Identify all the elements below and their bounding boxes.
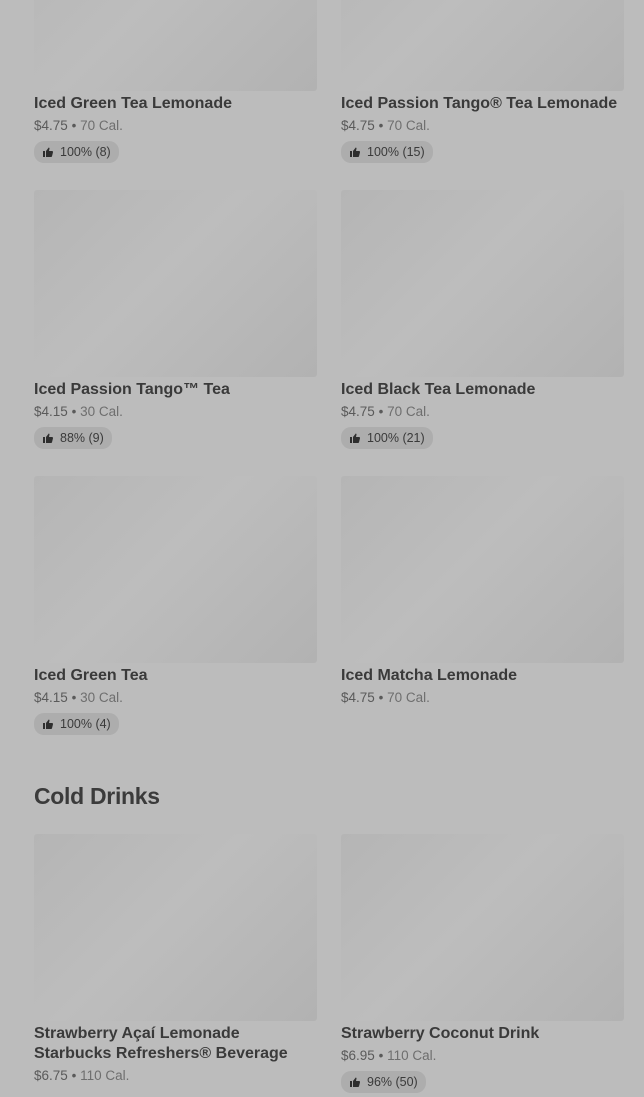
item-image[interactable] — [341, 834, 624, 1021]
item-name: Strawberry Açaí Lemonade Starbucks Refre… — [34, 1025, 288, 1062]
item-price: $4.75 — [341, 690, 375, 705]
thumbs-up-icon — [43, 433, 54, 443]
item-price: $4.75 — [34, 118, 68, 133]
item-image[interactable] — [341, 190, 624, 377]
menu-item-card[interactable]: Iced Green Tea Lemonade $4.75 • 70 Cal. … — [34, 0, 317, 163]
menu-item-card[interactable]: Iced Passion Tango® Tea Lemonade $4.75 •… — [341, 0, 624, 163]
menu-item-card[interactable]: Iced Matcha Lemonade $4.75 • 70 Cal. — [341, 476, 624, 706]
item-name: Iced Green Tea — [34, 667, 148, 684]
item-price: $4.75 — [341, 404, 375, 419]
item-image[interactable] — [341, 476, 624, 663]
item-name: Strawberry Coconut Drink — [341, 1025, 540, 1042]
menu-item-card[interactable]: Iced Green Tea $4.15 • 30 Cal. 100% (4) — [34, 476, 317, 735]
thumbs-up-icon — [350, 1077, 361, 1087]
rating-badge: 88% (9) — [34, 427, 112, 449]
item-image[interactable] — [34, 190, 317, 377]
item-meta: $6.75 • 110 Cal. — [34, 1068, 130, 1083]
item-meta: $4.75 • 70 Cal. — [34, 118, 123, 133]
item-meta: $4.15 • 30 Cal. — [34, 690, 123, 705]
item-meta: $4.75 • 70 Cal. — [341, 690, 430, 705]
menu-item-card[interactable]: Iced Black Tea Lemonade $4.75 • 70 Cal. … — [341, 190, 624, 449]
item-name: Iced Green Tea Lemonade — [34, 95, 232, 112]
item-price: $4.15 — [34, 404, 68, 419]
item-price: $6.95 — [341, 1048, 375, 1063]
item-price: $6.75 — [34, 1068, 68, 1083]
rating-badge: 100% (8) — [34, 141, 119, 163]
item-calories: 110 Cal. — [387, 1048, 437, 1063]
rating-badge: 100% (21) — [341, 427, 433, 449]
item-calories: 70 Cal. — [387, 690, 430, 705]
rating-badge: 96% (50) — [341, 1071, 426, 1093]
item-name: Iced Matcha Lemonade — [341, 667, 518, 684]
item-image[interactable] — [34, 834, 317, 1021]
section-title: Cold Drinks — [34, 783, 160, 809]
rating-badge: 100% (15) — [341, 141, 433, 163]
item-calories: 70 Cal. — [80, 118, 123, 133]
item-price: $4.15 — [34, 690, 68, 705]
item-meta: $4.75 • 70 Cal. — [341, 404, 430, 419]
thumbs-up-icon — [350, 433, 361, 443]
item-meta: $6.95 • 110 Cal. — [341, 1048, 437, 1063]
thumbs-up-icon — [43, 147, 54, 157]
thumbs-up-icon — [350, 147, 361, 157]
item-calories: 110 Cal. — [80, 1068, 130, 1083]
item-meta: $4.15 • 30 Cal. — [34, 404, 123, 419]
item-price: $4.75 — [341, 118, 375, 133]
item-calories: 70 Cal. — [387, 404, 430, 419]
item-meta: $4.75 • 70 Cal. — [341, 118, 430, 133]
item-name: Iced Black Tea Lemonade — [341, 381, 536, 398]
thumbs-up-icon — [43, 719, 54, 729]
item-image[interactable] — [341, 0, 624, 91]
item-image[interactable] — [34, 476, 317, 663]
item-name: Iced Passion Tango® Tea Lemonade — [341, 95, 618, 112]
menu-item-card[interactable]: Strawberry Coconut Drink $6.95 • 110 Cal… — [341, 834, 624, 1093]
menu-item-card[interactable]: Strawberry Açaí Lemonade Starbucks Refre… — [34, 834, 317, 1084]
menu-item-card[interactable]: Iced Passion Tango™ Tea $4.15 • 30 Cal. … — [34, 190, 317, 449]
rating-badge: 100% (4) — [34, 713, 119, 735]
item-calories: 70 Cal. — [387, 118, 430, 133]
item-calories: 30 Cal. — [80, 690, 123, 705]
item-calories: 30 Cal. — [80, 404, 123, 419]
item-image[interactable] — [34, 0, 317, 91]
item-name: Iced Passion Tango™ Tea — [34, 381, 230, 398]
